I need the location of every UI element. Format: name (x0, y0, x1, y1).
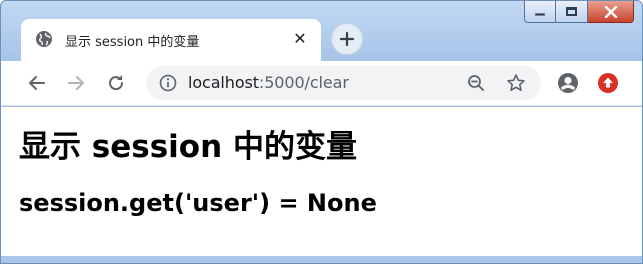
address-bar[interactable]: localhost:5000/clear (146, 66, 541, 100)
globe-icon (36, 31, 52, 47)
profile-avatar-icon[interactable] (557, 72, 579, 94)
title-bar: 显示 session 中的变量 ✕ (1, 1, 642, 61)
plus-icon (339, 31, 355, 47)
maximize-button[interactable] (556, 1, 588, 23)
browser-toolbar: localhost:5000/clear (1, 61, 642, 106)
page-heading: 显示 session 中的变量 (19, 129, 357, 165)
url-path: :5000/clear (258, 73, 349, 92)
forward-arrow-icon[interactable] (65, 72, 87, 94)
session-user-value: session.get('user') = None (19, 189, 377, 217)
minimize-button[interactable] (524, 1, 556, 23)
new-tab-button[interactable] (331, 23, 363, 55)
zoom-out-icon[interactable] (467, 74, 485, 92)
tab-title: 显示 session 中的变量 (65, 35, 200, 50)
browser-window: 显示 session 中的变量 ✕ localhost:5000/clear 显… (0, 0, 643, 264)
back-arrow-icon[interactable] (26, 72, 48, 94)
minimize-icon (535, 13, 545, 16)
tab-close-icon[interactable]: ✕ (291, 30, 309, 48)
bookmark-star-icon[interactable] (506, 73, 526, 93)
close-window-button[interactable] (588, 1, 634, 23)
maximize-icon (566, 7, 577, 16)
page-content: 显示 session 中的变量 session.get('user') = No… (1, 107, 642, 256)
info-icon[interactable] (159, 74, 177, 92)
update-icon[interactable] (597, 72, 619, 94)
browser-tab[interactable]: 显示 session 中的变量 ✕ (21, 19, 321, 61)
reload-icon[interactable] (105, 72, 127, 94)
close-icon (604, 5, 617, 18)
url-text[interactable]: localhost:5000/clear (188, 73, 349, 92)
url-host: localhost (188, 73, 259, 92)
window-controls (524, 1, 634, 23)
